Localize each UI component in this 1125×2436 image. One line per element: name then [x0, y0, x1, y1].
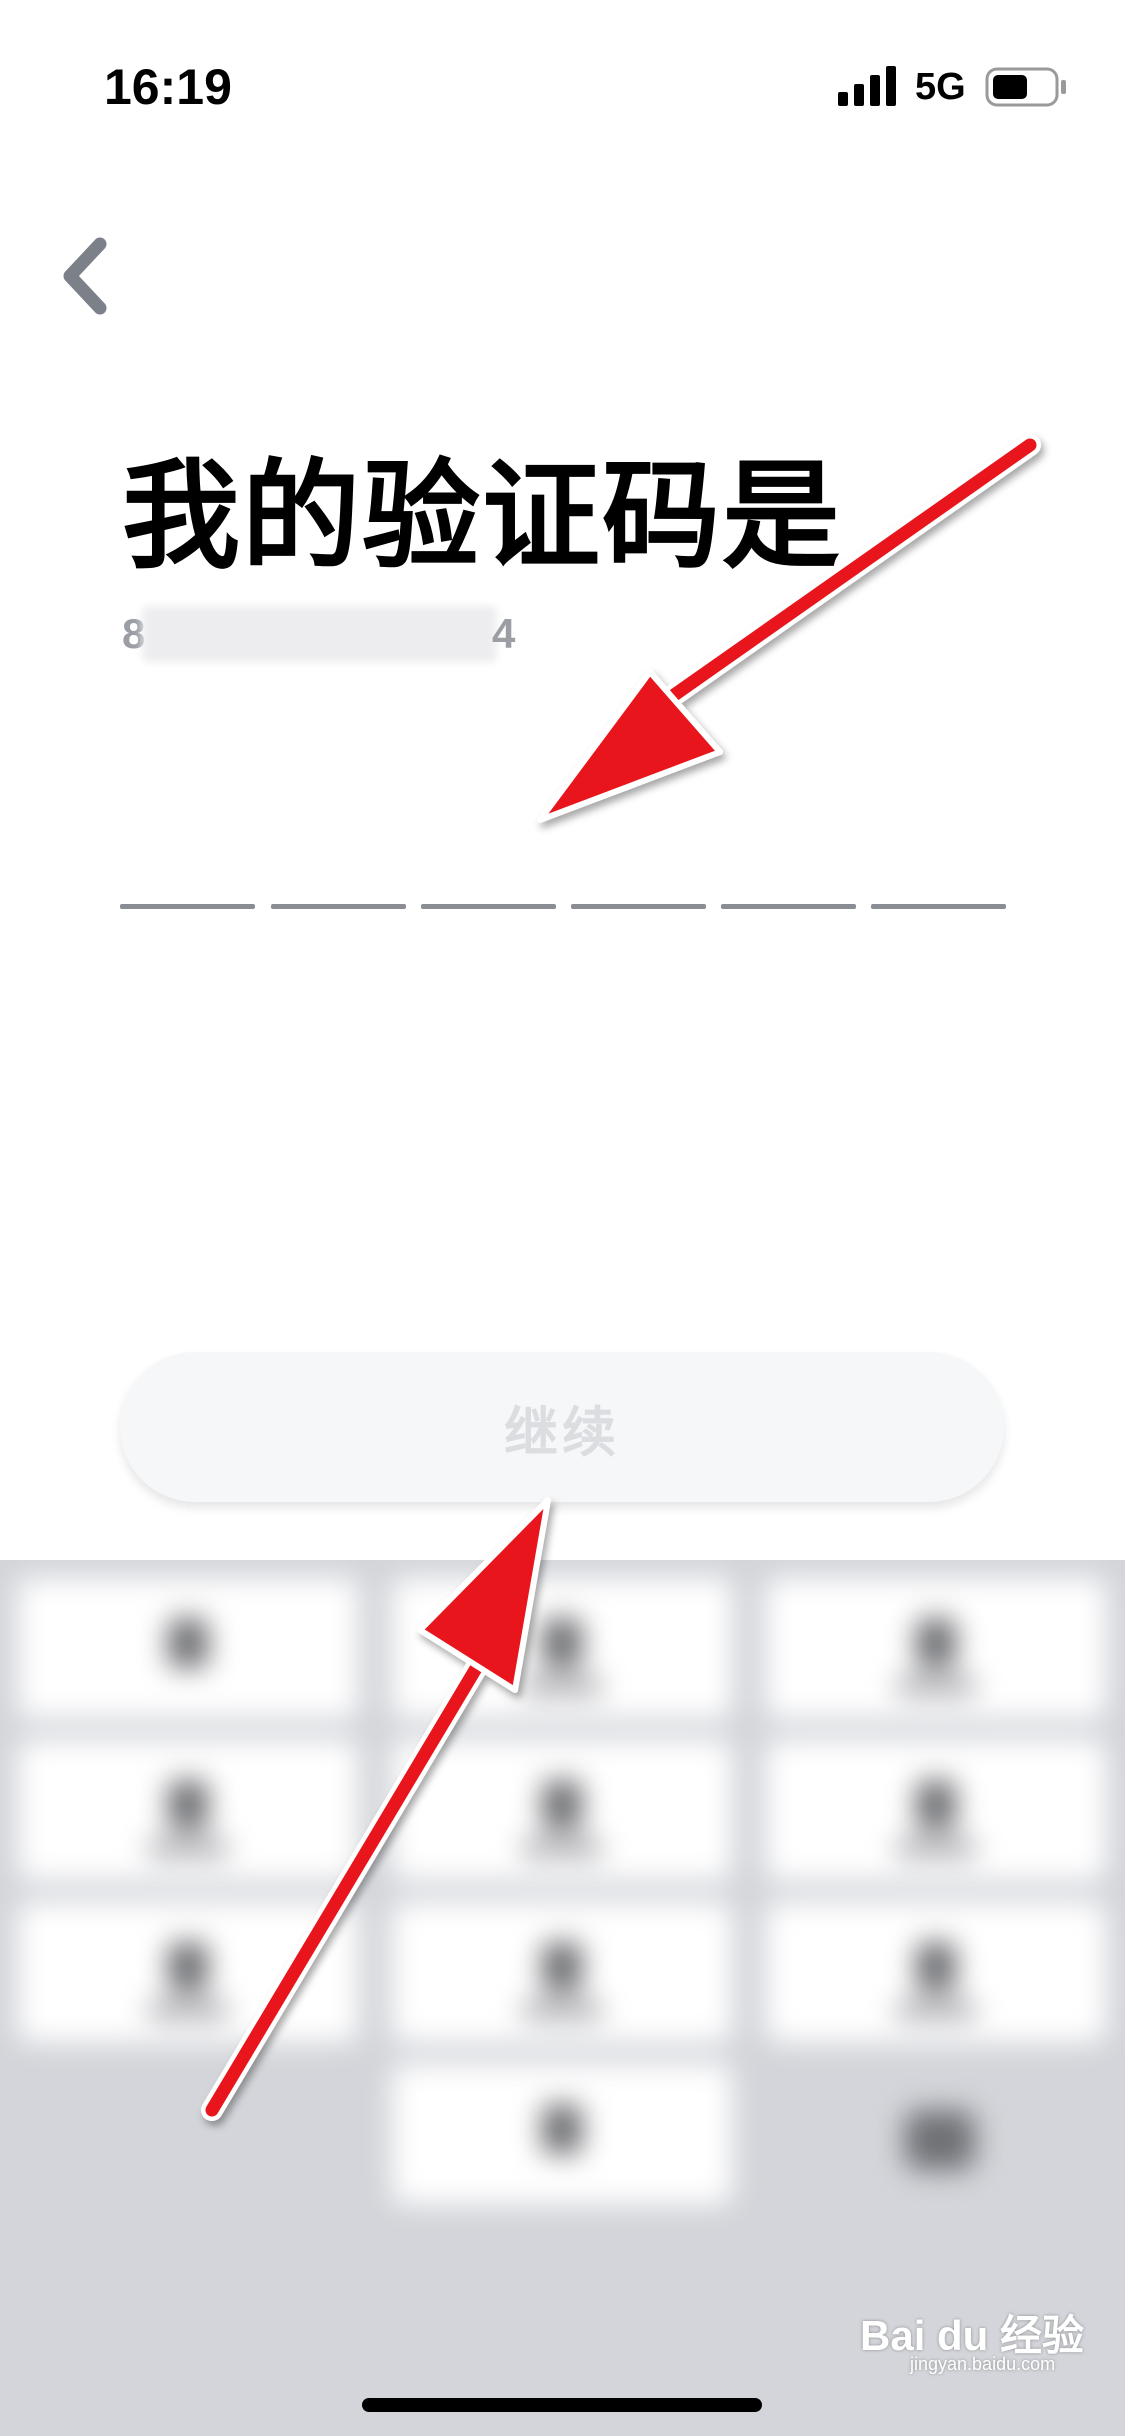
keypad-key[interactable] [18, 1578, 358, 1718]
keypad-key[interactable] [392, 1902, 732, 2042]
home-indicator [362, 2398, 762, 2412]
keypad-key[interactable] [18, 1740, 358, 1880]
code-slot[interactable] [571, 904, 706, 909]
continue-label: 继续 [504, 1400, 620, 1464]
status-bar: 16:19 5G [0, 0, 1125, 180]
page-title: 我的验证码是 [122, 447, 843, 585]
chevron-left-icon [63, 237, 107, 315]
code-slot[interactable] [271, 904, 406, 909]
code-slot[interactable] [721, 904, 856, 909]
watermark-logo: Bai du 经验 [860, 2312, 1085, 2359]
watermark-url: jingyan.baidu.com [910, 2354, 1056, 2374]
network-label: 5G [915, 66, 966, 108]
code-slot[interactable] [421, 904, 556, 909]
code-slot[interactable] [871, 904, 1006, 909]
phone-suffix: 4 [492, 610, 516, 657]
keypad-key[interactable] [392, 1578, 732, 1718]
keypad-key[interactable] [766, 1578, 1106, 1718]
battery-icon [985, 67, 1066, 107]
verification-code-input[interactable] [120, 904, 1010, 910]
keypad-key[interactable] [392, 2064, 732, 2204]
keypad-key[interactable] [18, 1902, 358, 2042]
status-time: 16:19 [104, 59, 232, 115]
keypad-key[interactable] [766, 1740, 1106, 1880]
keypad-key[interactable] [766, 1902, 1106, 2042]
keypad-key[interactable] [392, 1740, 732, 1880]
continue-button[interactable]: 继续 [120, 1352, 1004, 1502]
delete-icon[interactable] [905, 2110, 975, 2170]
code-slot[interactable] [120, 904, 255, 909]
watermark: Bai du 经验 jingyan.baidu.com [860, 2302, 1085, 2374]
signal-icon [838, 66, 896, 106]
phone-number-mask [142, 606, 497, 662]
back-button[interactable] [52, 232, 122, 322]
